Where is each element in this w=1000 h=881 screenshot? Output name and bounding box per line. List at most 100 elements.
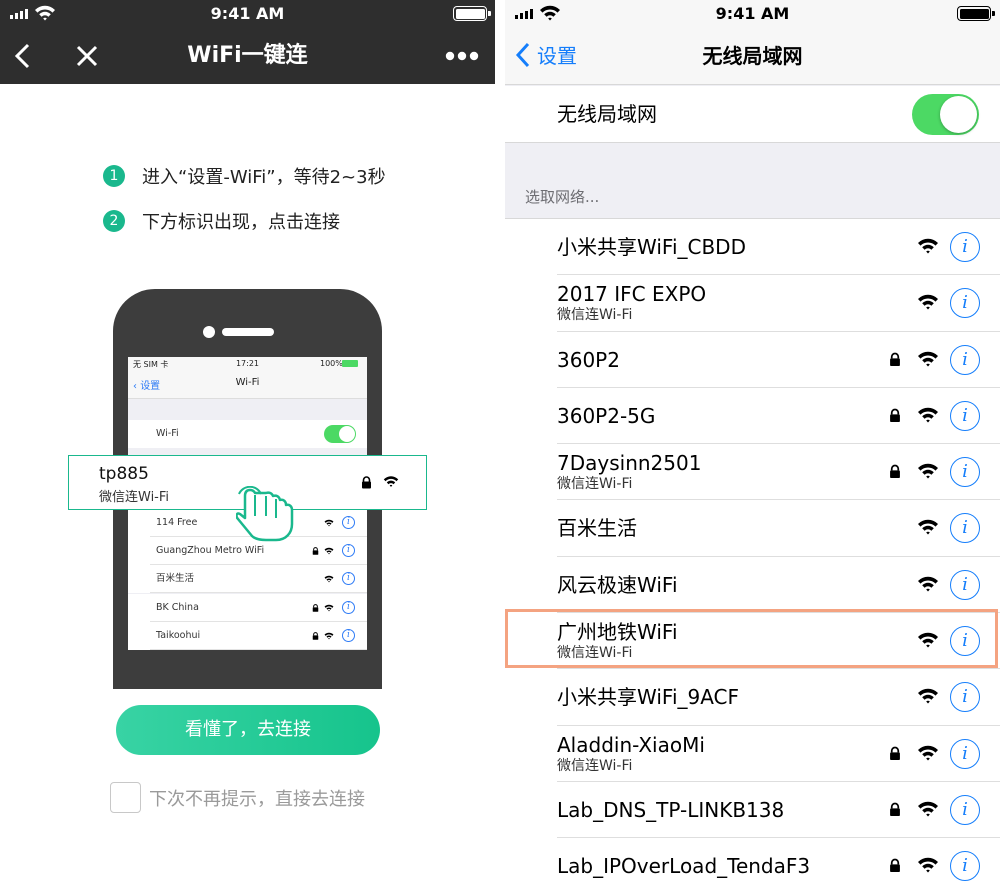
phone-speaker bbox=[222, 328, 274, 336]
step-number: 1 bbox=[103, 165, 125, 187]
network-name: Lab_IPOverLoad_TendaF3 bbox=[557, 854, 811, 879]
wifi-icon bbox=[324, 547, 334, 555]
mini-title: Wi-Fi bbox=[235, 377, 260, 388]
lock-icon bbox=[362, 476, 371, 489]
info-icon[interactable]: i bbox=[950, 626, 980, 657]
network-row[interactable]: 风云极速WiFi i bbox=[505, 557, 1000, 614]
wifi-toggle-label: 无线局域网 bbox=[557, 102, 657, 126]
info-icon[interactable]: i bbox=[950, 232, 980, 262]
network-row[interactable]: 小米共享WiFi_CBDD i bbox=[505, 219, 1000, 276]
step-2: 2 下方标识出现，点击连接 bbox=[103, 208, 340, 234]
network-list: 小米共享WiFi_CBDD i 2017 IFC EXPO 微信连Wi-Fi i 360P… bbox=[505, 218, 1000, 881]
network-row[interactable]: 广州地铁WiFi 微信连Wi-Fi i bbox=[505, 613, 1000, 670]
dont-show-again-label: 下次不再提示，直接去连接 bbox=[149, 789, 365, 810]
battery-icon bbox=[957, 6, 995, 21]
mini-network-name: BK China bbox=[156, 602, 199, 613]
network-row[interactable]: Aladdin-XiaoMi 微信连Wi-Fi i bbox=[505, 726, 1000, 782]
lock-icon bbox=[890, 464, 900, 479]
network-row[interactable]: 小米共享WiFi_9ACF i bbox=[505, 669, 1000, 726]
wifi-toggle-row: 无线局域网 bbox=[505, 86, 1000, 143]
network-name: 2017 IFC EXPO bbox=[557, 282, 707, 307]
tap-hand-icon bbox=[236, 486, 294, 542]
info-icon: i bbox=[342, 601, 355, 614]
info-icon[interactable]: i bbox=[950, 400, 980, 431]
lock-icon bbox=[890, 352, 900, 366]
wifi-signal-icon bbox=[918, 520, 938, 535]
network-subtitle: 微信连Wi-Fi bbox=[557, 645, 633, 662]
wifi-signal-icon bbox=[918, 801, 938, 817]
mini-nav-bar: ‹ 设置 Wi-Fi bbox=[128, 371, 367, 399]
info-icon[interactable]: i bbox=[950, 344, 980, 375]
lock-icon bbox=[890, 802, 900, 817]
wifi-icon bbox=[324, 519, 334, 527]
network-name: 小米共享WiFi_9ACF bbox=[557, 685, 740, 710]
status-time: 9:41 AM bbox=[210, 4, 285, 23]
info-icon[interactable]: i bbox=[950, 682, 980, 713]
wifi-signal-icon bbox=[918, 576, 938, 592]
mini-wifi-label: Wi-Fi bbox=[156, 428, 179, 439]
network-name: tp885 bbox=[99, 464, 149, 484]
page-title: WiFi一键连 bbox=[187, 43, 308, 68]
info-icon: i bbox=[342, 544, 355, 557]
wifi-icon bbox=[383, 476, 399, 487]
mini-network-name: 百米生活 bbox=[156, 573, 195, 584]
network-name: 360P2 bbox=[557, 347, 620, 372]
mini-network-row: 百米生活 i bbox=[128, 565, 367, 593]
wifi-icon bbox=[324, 632, 334, 640]
wifi-signal-icon bbox=[918, 407, 938, 423]
info-icon[interactable]: i bbox=[950, 288, 980, 319]
mini-network-row: Taikoohui i bbox=[128, 622, 367, 650]
step-number: 2 bbox=[103, 210, 125, 232]
network-name: 风云极速WiFi bbox=[557, 572, 678, 597]
network-row[interactable]: 2017 IFC EXPO 微信连Wi-Fi i bbox=[505, 275, 1000, 332]
step-text: 下方标识出现，点击连接 bbox=[142, 212, 340, 233]
info-icon[interactable]: i bbox=[950, 513, 980, 544]
mini-network-row: BK China i bbox=[128, 594, 367, 622]
status-bar: 9:41 AM bbox=[505, 0, 1000, 28]
network-name: Aladdin-XiaoMi bbox=[557, 732, 705, 757]
lock-icon bbox=[312, 604, 319, 612]
info-icon: i bbox=[342, 572, 355, 585]
network-row[interactable]: 百米生活 i bbox=[505, 500, 1000, 557]
battery-icon bbox=[453, 6, 491, 21]
info-icon[interactable]: i bbox=[950, 569, 980, 600]
wifi-signal-icon bbox=[918, 689, 938, 704]
info-icon[interactable]: i bbox=[950, 457, 980, 488]
network-subtitle: 微信连Wi-Fi bbox=[557, 757, 633, 774]
mini-network-name: 114 Free bbox=[156, 517, 198, 528]
status-bar: 9:41 AM bbox=[0, 0, 495, 28]
step-1: 1 进入“设置-WiFi”，等待2~3秒 bbox=[103, 163, 386, 189]
network-row[interactable]: Lab_DNS_TP-LINKB138 i bbox=[505, 782, 1000, 839]
info-icon[interactable]: i bbox=[950, 738, 980, 769]
info-icon[interactable]: i bbox=[950, 794, 980, 825]
network-name: 7Daysinn2501 bbox=[557, 451, 702, 476]
more-dots-icon[interactable] bbox=[444, 42, 480, 70]
understood-connect-button[interactable]: 看懂了，去连接 bbox=[116, 705, 380, 755]
network-name: 360P2-5G bbox=[557, 403, 656, 428]
left-panel: 9:41 AM WiFi一键连 1 进入“设置-WiFi”，等待2~3秒 2 下… bbox=[0, 0, 495, 881]
lock-icon bbox=[890, 858, 900, 873]
right-panel: 9:41 AM 设置 无线局域网 无线局域网 选取网络... 小米共享WiFi_… bbox=[505, 0, 1000, 881]
info-icon: i bbox=[342, 629, 355, 642]
wifi-icon bbox=[324, 604, 334, 612]
dont-show-again-checkbox[interactable] bbox=[110, 782, 141, 813]
nav-bar: 设置 无线局域网 bbox=[505, 28, 1000, 85]
mini-battery-text: 100% bbox=[320, 359, 343, 368]
page-title: 无线局域网 bbox=[702, 44, 803, 68]
wifi-signal-icon bbox=[918, 351, 938, 367]
network-row[interactable]: 360P2-5G i bbox=[505, 388, 1000, 445]
network-row[interactable]: 7Daysinn2501 微信连Wi-Fi i bbox=[505, 444, 1000, 501]
network-subtitle: 微信连Wi-Fi bbox=[557, 307, 633, 324]
network-row[interactable]: Lab_IPOverLoad_TendaF3 i bbox=[505, 838, 1000, 881]
wifi-toggle-switch[interactable] bbox=[912, 94, 979, 135]
wifi-icon bbox=[324, 575, 334, 583]
mini-battery-icon bbox=[342, 360, 358, 367]
network-subtitle: 微信连Wi-Fi bbox=[99, 490, 170, 505]
step-text: 进入“设置-WiFi”，等待2~3秒 bbox=[142, 167, 386, 188]
lock-icon bbox=[312, 547, 319, 555]
section-header: 选取网络... bbox=[525, 188, 600, 206]
info-icon: i bbox=[342, 516, 355, 529]
network-row[interactable]: 360P2 i bbox=[505, 332, 1000, 388]
wifi-signal-icon bbox=[918, 238, 938, 254]
info-icon[interactable]: i bbox=[950, 851, 980, 881]
